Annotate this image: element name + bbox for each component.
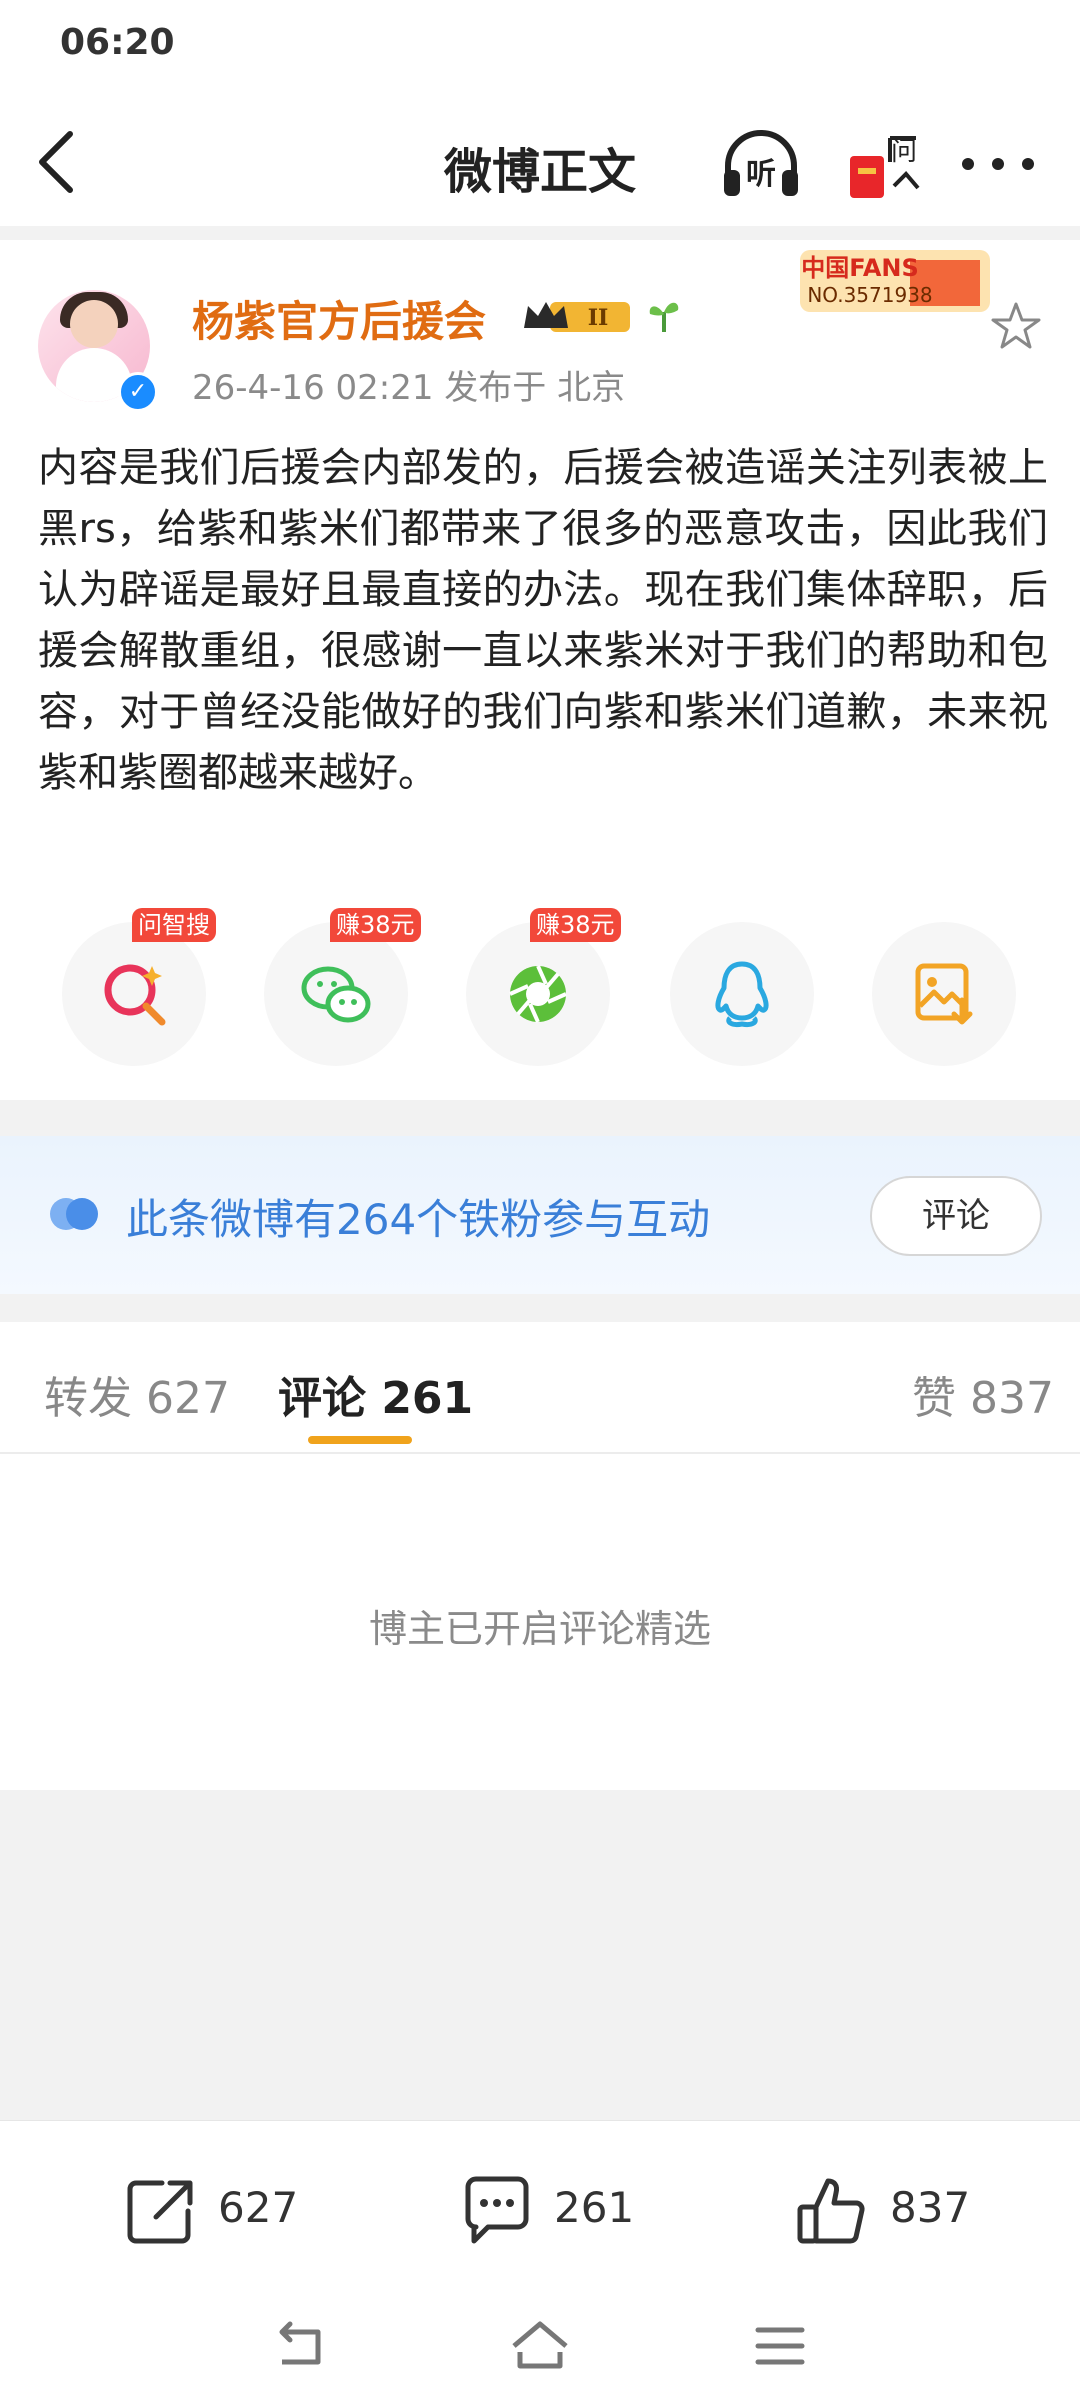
share-tag-moments: 赚38元 — [530, 908, 621, 942]
fans-badge-title: 中国FANS — [801, 254, 919, 282]
ask-icon: 问 — [850, 136, 920, 198]
tab-likes[interactable]: 赞 837 — [912, 1362, 1054, 1426]
star-favorite-icon[interactable] — [990, 300, 1042, 352]
qq-penguin-icon — [715, 961, 769, 1027]
nav-menu-icon[interactable] — [748, 2316, 812, 2376]
interaction-banner: 此条微博有264个铁粉参与互动 评论 — [0, 1136, 1080, 1294]
moments-share-button[interactable] — [466, 922, 610, 1066]
comments-area: 博主已开启评论精选 — [0, 1454, 1080, 1790]
ai-search-icon — [104, 964, 166, 1026]
listen-label: 听 — [746, 157, 776, 192]
repost-count: 627 — [218, 2183, 299, 2232]
wechat-icon — [301, 966, 371, 1023]
interaction-banner-text: 此条微博有264个铁粉参与互动 — [126, 1195, 711, 1244]
header: 微博正文 听 问 — [0, 100, 1080, 226]
china-fans-badge-icon: 中国FANS NO.3571938 — [800, 250, 990, 312]
like-count: 837 — [890, 2183, 971, 2232]
comment-bubble-icon — [465, 2176, 529, 2244]
save-image-button[interactable] — [872, 922, 1016, 1066]
share-tag-ai-search: 问智搜 — [132, 908, 216, 942]
nav-back-icon[interactable] — [268, 2316, 332, 2376]
fans-badge-number: NO.3571938 — [807, 283, 932, 307]
system-nav-bar — [0, 2290, 1080, 2404]
ask-label: 问 — [891, 137, 917, 167]
author-name[interactable]: 杨紫官方后援会 — [192, 288, 486, 349]
repost-icon — [127, 2180, 193, 2244]
crown-level-badge-icon: II — [524, 302, 630, 332]
save-image-icon — [915, 963, 973, 1025]
comments-curated-note: 博主已开启评论精选 — [368, 1607, 711, 1651]
tab-active-indicator — [308, 1436, 412, 1444]
qq-share-button[interactable] — [670, 922, 814, 1066]
wechat-share-button[interactable] — [264, 922, 408, 1066]
tab-repost[interactable]: 转发 627 — [44, 1362, 230, 1426]
status-bar: 06:20 — [0, 0, 1080, 100]
headphones-icon: 听 — [724, 130, 798, 196]
tab-comments[interactable]: 评论 261 — [278, 1362, 473, 1426]
verified-badge-icon: ✓ — [118, 372, 158, 412]
post-tabs: 转发 627 评论 261 赞 837 — [0, 1322, 1080, 1454]
status-time: 06:20 — [60, 22, 175, 63]
listen-button[interactable]: 听 — [718, 122, 804, 206]
more-button[interactable] — [958, 122, 1038, 206]
bottom-action-bar: 627 261 837 — [0, 2120, 1080, 2291]
repost-button[interactable]: 627 — [122, 2173, 302, 2253]
more-dots-icon — [962, 158, 1034, 170]
avatar-face — [70, 300, 118, 348]
post-meta: 26-4-16 02:21 发布于 北京 — [192, 368, 626, 408]
banner-comment-button[interactable]: 评论 — [870, 1176, 1042, 1256]
nav-home-icon[interactable] — [508, 2316, 572, 2376]
level-badge-label: II — [588, 305, 609, 331]
like-button[interactable]: 837 — [794, 2173, 974, 2253]
thumbs-up-icon — [797, 2178, 865, 2244]
moments-icon — [509, 965, 567, 1023]
ai-search-button[interactable] — [62, 922, 206, 1066]
comment-count: 261 — [554, 2183, 635, 2232]
fans-hearts-icon — [50, 1198, 98, 1230]
post-card: ✓ 杨紫官方后援会 II 26-4-16 02:21 发布于 北京 中国FANS… — [0, 240, 1080, 1100]
sprout-icon — [649, 302, 679, 332]
comment-button[interactable]: 261 — [458, 2173, 638, 2253]
share-tag-wechat: 赚38元 — [330, 908, 421, 942]
post-content: 内容是我们后援会内部发的，后援会被造谣关注列表被上黑rs，给紫和紫米们都带来了很… — [38, 445, 1048, 796]
ask-button[interactable]: 问 — [846, 122, 926, 206]
